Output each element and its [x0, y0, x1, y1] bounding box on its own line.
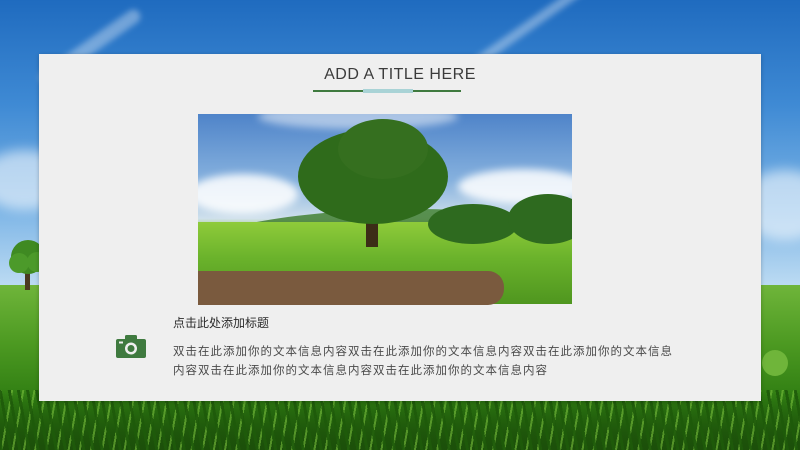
body-text[interactable]: 双击在此添加你的文本信息内容双击在此添加你的文本信息内容双击在此添加你的文本信息…	[173, 342, 678, 380]
photo-cloud	[198, 174, 298, 214]
photo-treeline	[428, 204, 518, 244]
plant-icon	[762, 350, 788, 376]
slide-title[interactable]: ADD A TITLE HERE	[39, 66, 761, 84]
caption-bar	[198, 271, 504, 305]
subheading[interactable]: 点击此处添加标题	[173, 314, 269, 331]
underline-segment	[363, 89, 413, 93]
underline-segment	[413, 90, 461, 92]
photo-tree-canopy	[338, 119, 428, 179]
camera-icon	[116, 335, 146, 358]
title-underline	[313, 89, 461, 93]
underline-segment	[313, 90, 363, 92]
content-panel: ADD A TITLE HERE 点击此处添加标题 双击在此添加你的文本信息内容…	[39, 54, 761, 401]
